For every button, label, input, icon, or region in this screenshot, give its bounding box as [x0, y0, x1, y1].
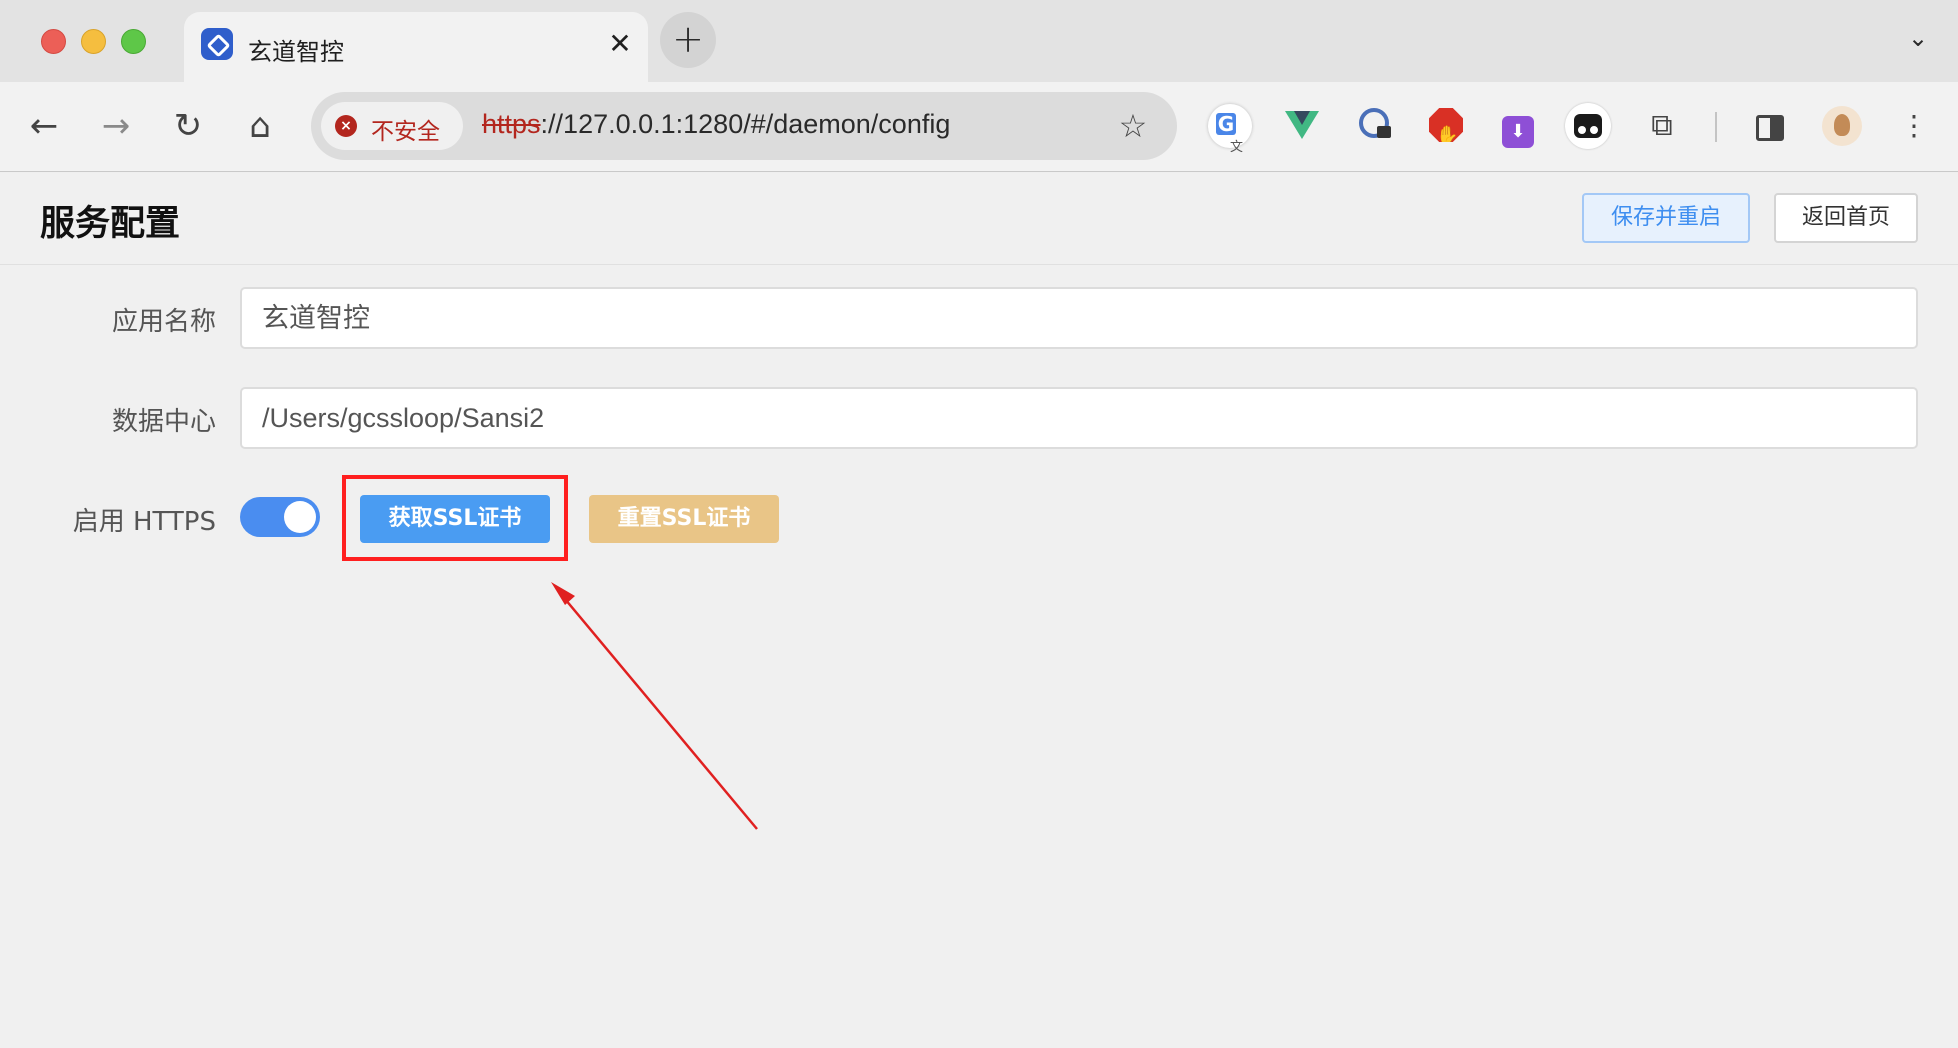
bookmark-star-icon[interactable]: ☆	[1111, 104, 1155, 148]
security-label: 不安全	[371, 119, 440, 145]
close-tab-icon[interactable]: ✕	[602, 26, 638, 62]
reload-icon[interactable]: ↻	[162, 100, 214, 152]
app-logo-icon	[201, 28, 233, 60]
url-text[interactable]: https://127.0.0.1:1280/#/daemon/config	[482, 109, 950, 140]
https-toggle[interactable]	[240, 497, 320, 537]
home-icon[interactable]: ⌂	[234, 100, 286, 152]
url-scheme: https	[482, 109, 541, 139]
browser-toolbar: ← → ↻ ⌂ × 不安全 https://127.0.0.1:1280/#/d…	[0, 82, 1958, 172]
app-name-input[interactable]: 玄道智控	[240, 287, 1918, 349]
chevron-down-icon[interactable]: ⌄	[1898, 18, 1938, 58]
side-panel-icon[interactable]	[1746, 102, 1794, 150]
tab-strip: 玄道智控 ✕ + ⌄	[0, 0, 1958, 82]
window-minimize-button[interactable]	[81, 29, 106, 54]
browser-tab[interactable]: 玄道智控 ✕	[184, 12, 648, 82]
forward-arrow-icon[interactable]: →	[90, 100, 142, 152]
adblock-icon[interactable]	[1422, 102, 1470, 150]
security-chip[interactable]: × 不安全	[321, 102, 463, 150]
data-center-input[interactable]: /Users/gcssloop/Sansi2	[240, 387, 1918, 449]
back-arrow-icon[interactable]: ←	[18, 100, 70, 152]
window-maximize-button[interactable]	[121, 29, 146, 54]
password-icon[interactable]	[1350, 102, 1398, 150]
back-to-home-button[interactable]: 返回首页	[1774, 193, 1918, 243]
arrow-head	[551, 582, 575, 605]
data-center-label: 数据中心	[111, 407, 216, 437]
toggle-knob	[284, 501, 316, 533]
toolbar-divider	[1715, 112, 1717, 142]
page-title: 服务配置	[40, 204, 181, 244]
https-label: 启用 HTTPS	[72, 507, 216, 537]
puzzle-icon[interactable]: ⧉	[1638, 102, 1686, 150]
page-content: 服务配置 保存并重启 返回首页 应用名称 玄道智控 数据中心 /Users/gc…	[0, 173, 1958, 1048]
new-tab-button[interactable]: +	[660, 12, 716, 68]
vue-devtools-icon[interactable]	[1278, 102, 1326, 150]
tab-title: 玄道智控	[248, 38, 344, 66]
insecure-warning-icon: ×	[335, 115, 357, 137]
annotation-highlight-box	[342, 475, 568, 561]
window-close-button[interactable]	[41, 29, 66, 54]
app-name-label: 应用名称	[111, 307, 216, 337]
translate-icon[interactable]	[1206, 102, 1254, 172]
menu-icon[interactable]: ⋮	[1890, 102, 1938, 150]
profile-avatar-icon[interactable]	[1818, 102, 1866, 150]
arrow-shaft	[559, 592, 758, 830]
tampermonkey-icon[interactable]	[1564, 102, 1612, 150]
download-icon[interactable]: ⬇	[1494, 102, 1542, 150]
page-header: 服务配置 保存并重启 返回首页	[0, 173, 1958, 265]
address-bar[interactable]: × 不安全 https://127.0.0.1:1280/#/daemon/co…	[311, 92, 1177, 160]
save-and-restart-button[interactable]: 保存并重启	[1582, 193, 1750, 243]
url-path: ://127.0.0.1:1280/#/daemon/config	[540, 109, 951, 139]
reset-ssl-cert-button[interactable]: 重置SSL证书	[589, 495, 779, 543]
